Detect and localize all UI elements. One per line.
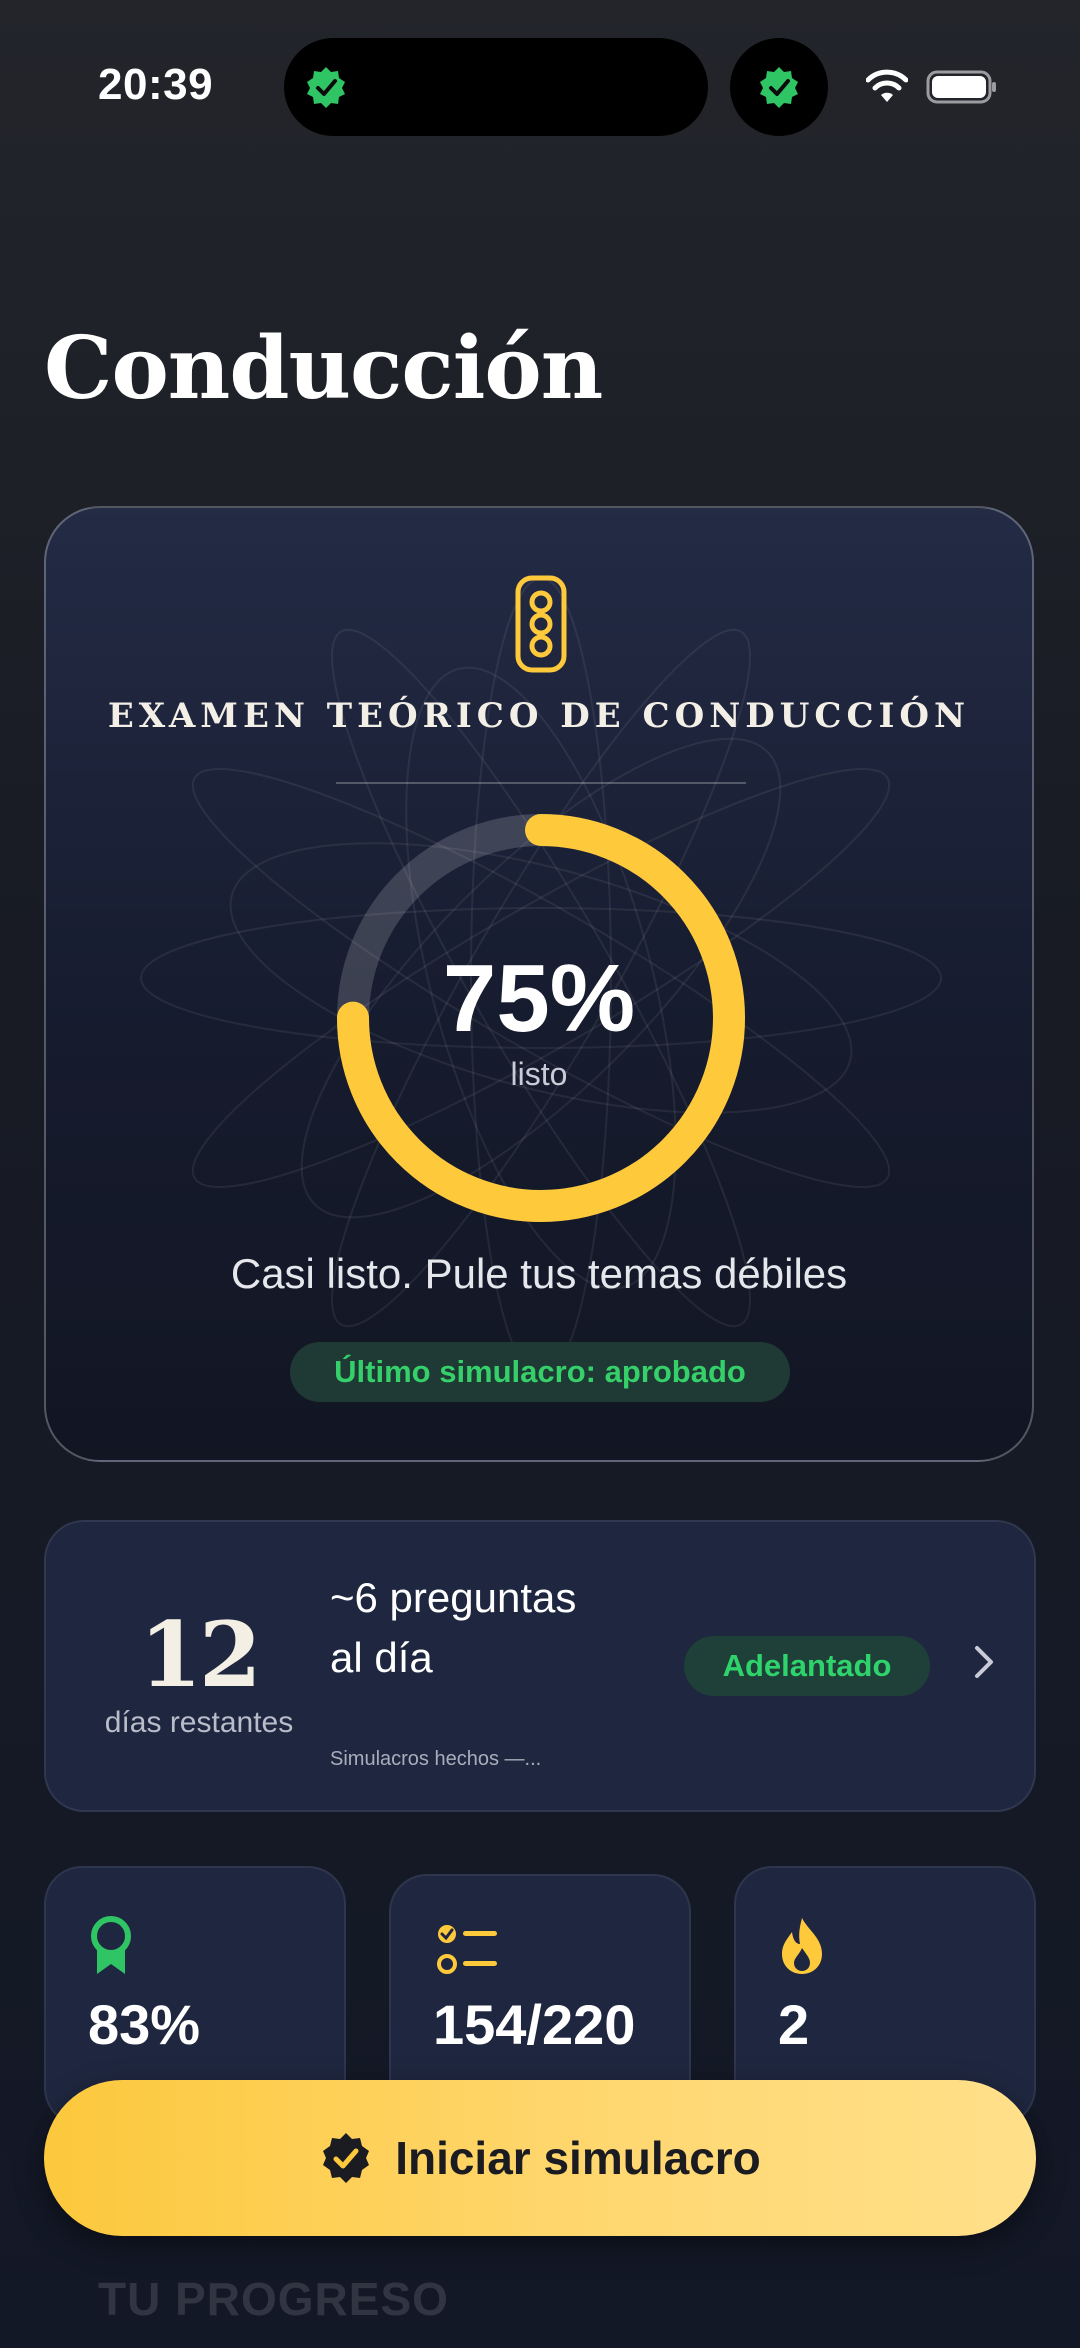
readiness-caption: listo [510, 1056, 568, 1092]
plan-subtext: Simulacros hechos —... [330, 1748, 542, 1770]
checklist-icon [437, 1925, 497, 1974]
status-time: 20:39 [98, 60, 214, 109]
start-mock-exam-label: Iniciar simulacro [395, 2132, 761, 2184]
flame-icon [782, 1918, 822, 1974]
battery-icon [926, 70, 996, 104]
dynamic-island [284, 38, 708, 136]
readiness-message: Casi listo. Pule tus temas débiles [230, 1250, 848, 1297]
days-remaining-number: 12 [139, 1602, 261, 1708]
stat-value: 154/220 [433, 1993, 636, 2056]
days-remaining-label: días restantes [104, 1706, 294, 1739]
last-mock-status-badge: Último simulacro: aprobado [290, 1342, 790, 1402]
readiness-card[interactable]: EXAMEN TEÓRICO DE CONDUCCIÓN 75% listo C… [44, 506, 1034, 1462]
traffic-light-icon [515, 575, 567, 673]
divider [336, 782, 746, 784]
section-title-progress: TU PROGRESO [98, 2273, 449, 2325]
chevron-right-icon[interactable] [972, 1642, 996, 1682]
page-title: Conducción [44, 318, 603, 419]
camera-pill [730, 38, 828, 136]
start-mock-exam-button[interactable]: Iniciar simulacro [44, 2080, 1036, 2236]
study-plan-card[interactable]: 12 días restantes ~6 preguntas al día Si… [44, 1520, 1036, 1812]
wifi-icon [866, 69, 908, 102]
verified-badge-icon [323, 2133, 370, 2183]
exam-title: EXAMEN TEÓRICO DE CONDUCCIÓN [107, 696, 971, 736]
pace-badge: Adelantado [684, 1636, 930, 1696]
stat-value: 2 [778, 1993, 810, 2056]
stat-value: 83% [88, 1993, 201, 2056]
readiness-percent: 75% [442, 945, 636, 1052]
questions-per-day: ~6 preguntas al día [330, 1574, 577, 1681]
verified-badge-icon [760, 67, 798, 108]
award-ribbon-icon [91, 1916, 131, 1974]
verified-badge-icon [307, 67, 345, 108]
